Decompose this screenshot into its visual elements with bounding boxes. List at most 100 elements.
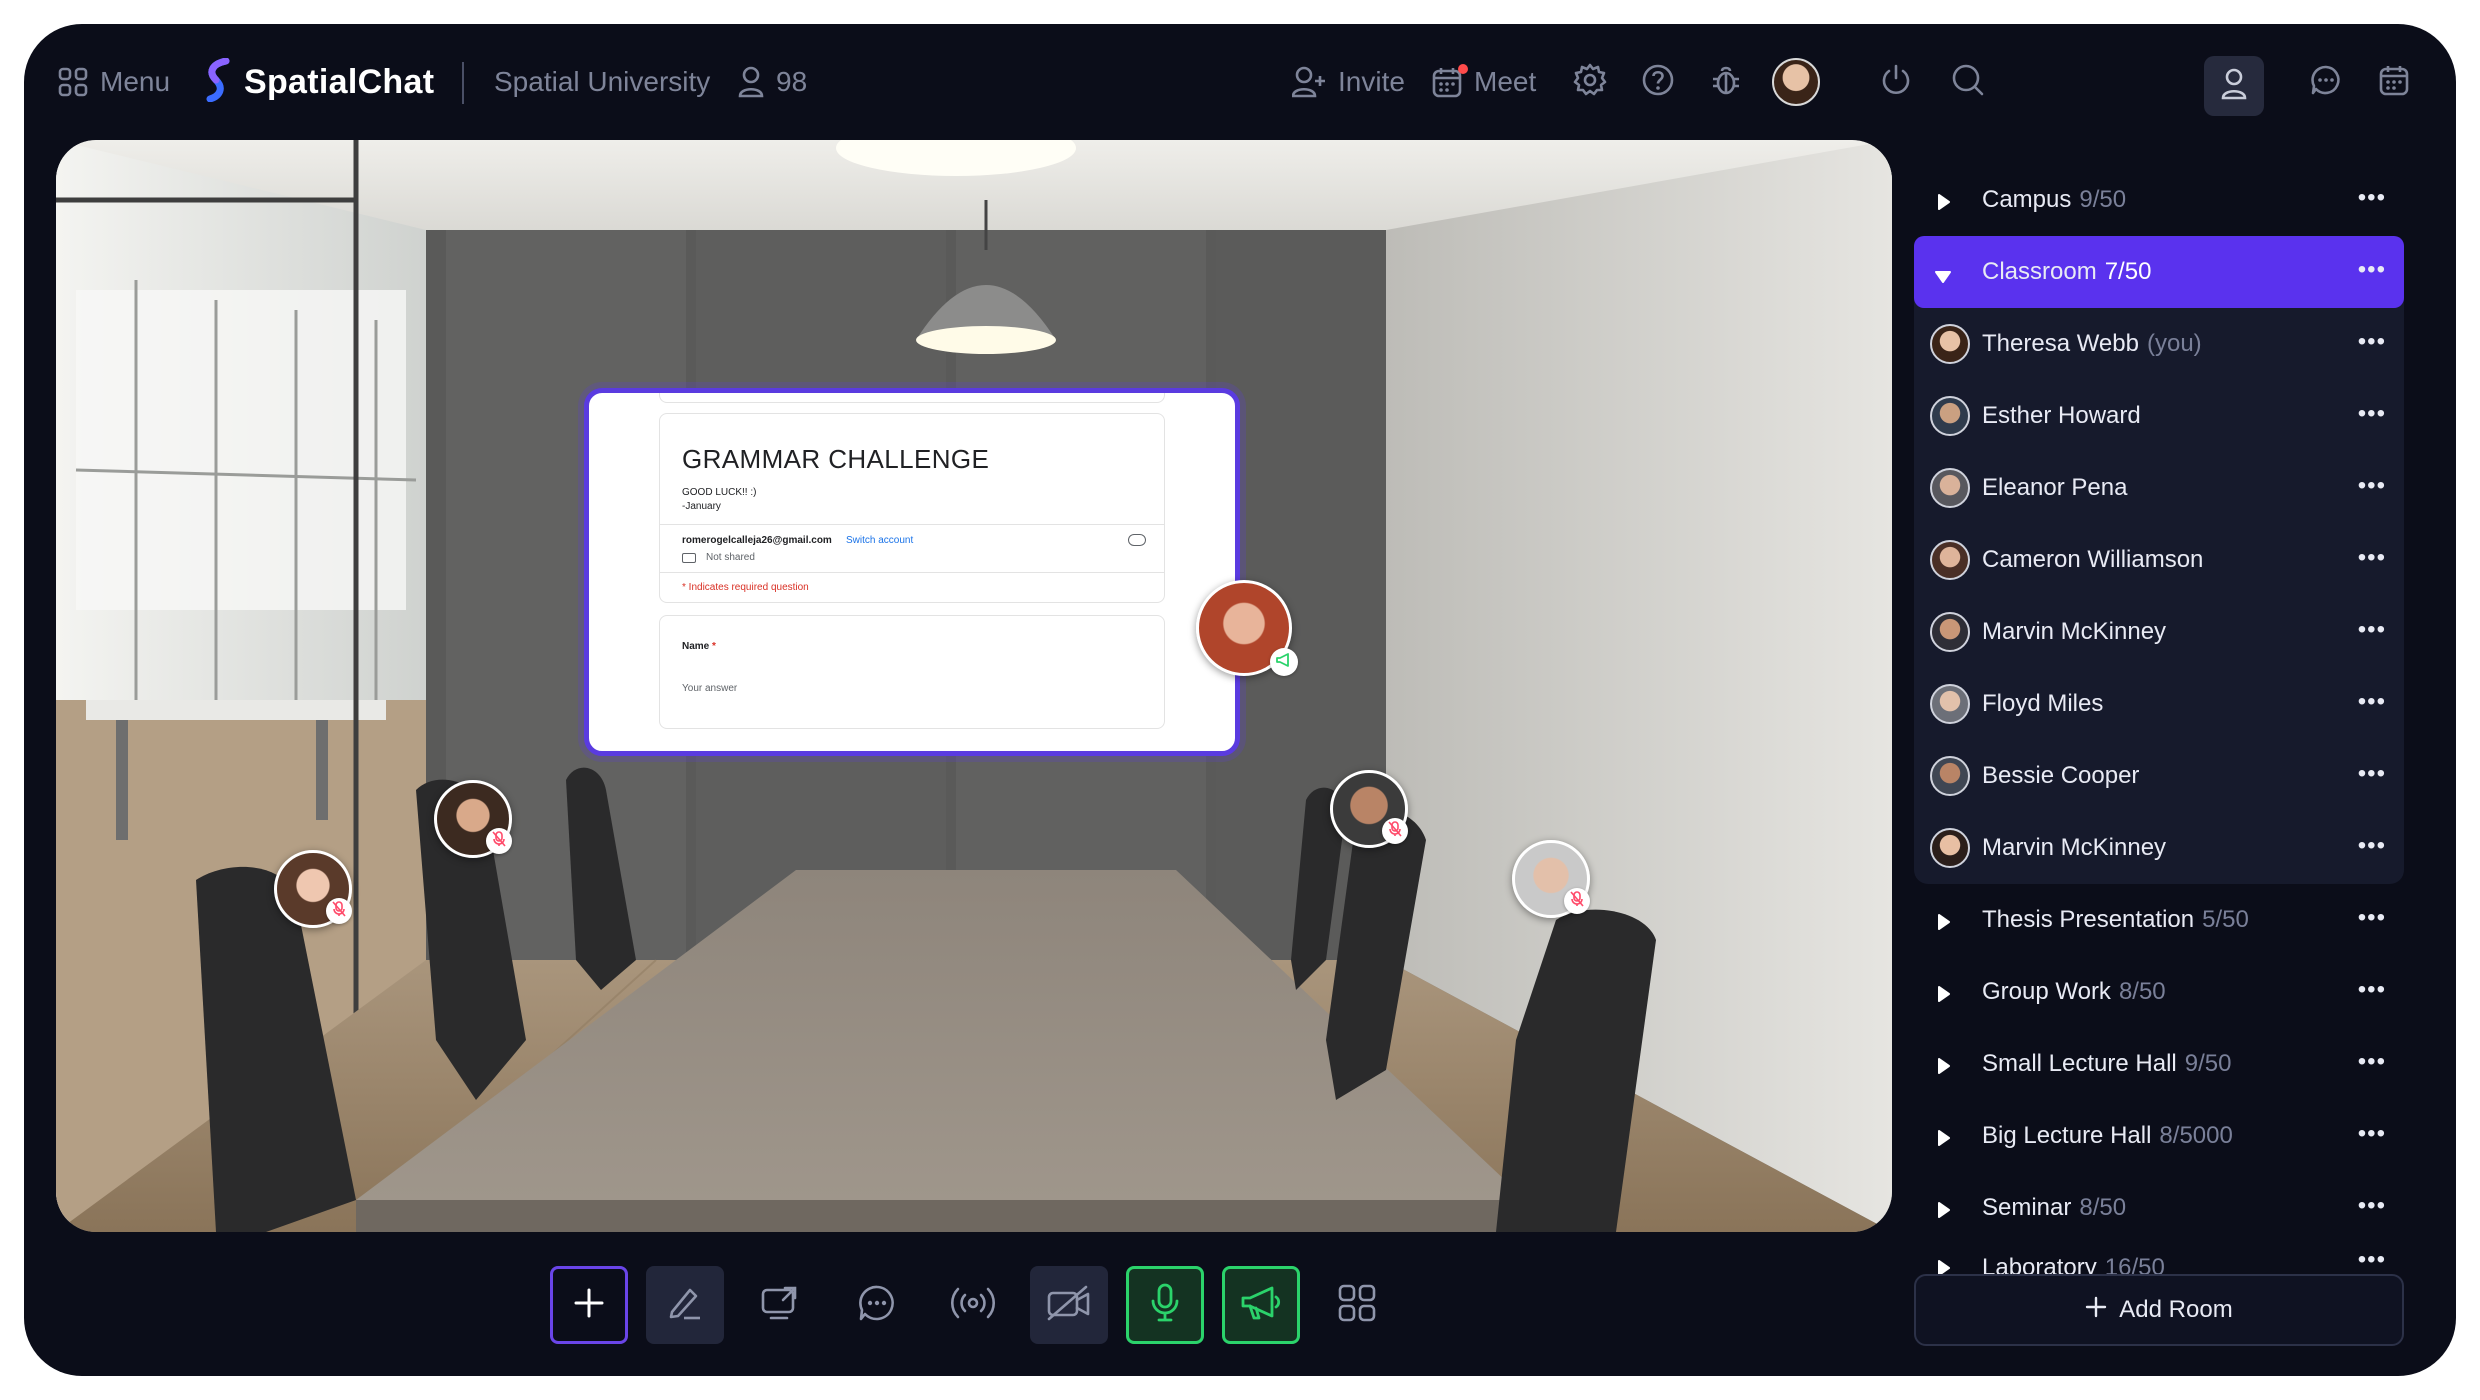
room-item-small-lecture-hall[interactable]: Small Lecture Hall 9/50 •••	[1914, 1028, 2404, 1100]
leave-button[interactable]	[1872, 58, 1920, 106]
more-icon[interactable]: •••	[2358, 1122, 2386, 1146]
megaphone-button[interactable]	[1222, 1266, 1300, 1344]
caret-right-icon	[1936, 1126, 1952, 1154]
invite-button[interactable]: Invite	[1292, 60, 1405, 104]
plus-icon	[2085, 1296, 2107, 1325]
avatar	[1930, 396, 1970, 436]
avatar	[1930, 684, 1970, 724]
more-icon[interactable]: •••	[2358, 1194, 2386, 1218]
more-icon[interactable]: •••	[2358, 402, 2386, 426]
grid-icon	[58, 67, 88, 97]
form-divider	[660, 524, 1164, 525]
room-item-thesis-presentation[interactable]: Thesis Presentation 5/50 •••	[1914, 884, 2404, 956]
participant-counter[interactable]: 98	[738, 60, 807, 104]
more-icon[interactable]: •••	[2358, 906, 2386, 930]
form-description-line1: GOOD LUCK!! :)	[682, 487, 757, 498]
search-button[interactable]	[1944, 58, 1992, 106]
room-stage[interactable]: GRAMMAR CHALLENGE GOOD LUCK!! :) -Januar…	[56, 140, 1892, 1232]
member-item[interactable]: Bessie Cooper •••	[1914, 740, 2404, 812]
profile-avatar[interactable]	[1772, 58, 1820, 106]
broadcast-button[interactable]	[934, 1266, 1012, 1344]
report-bug-button[interactable]	[1702, 58, 1750, 106]
calendar-icon	[2379, 64, 2409, 101]
member-item[interactable]: Cameron Williamson •••	[1914, 524, 2404, 596]
member-name: Marvin McKinney	[1982, 618, 2167, 645]
divider	[462, 62, 464, 104]
space-name-label: Spatial University	[494, 66, 711, 97]
microphone-off-icon	[1388, 820, 1402, 842]
member-name: Floyd Miles	[1982, 690, 2104, 717]
more-icon[interactable]: •••	[2358, 474, 2386, 498]
caret-down-icon	[1934, 264, 1952, 292]
not-shared-icon	[682, 553, 696, 563]
switch-account-link[interactable]: Switch account	[846, 534, 913, 548]
power-icon	[1879, 63, 1913, 102]
cloud-icon	[1128, 534, 1146, 546]
member-item[interactable]: Esther Howard •••	[1914, 380, 2404, 452]
camera-toggle-button[interactable]	[1030, 1266, 1108, 1344]
room-label: Small Lecture Hall 9/50	[1982, 1050, 2232, 1077]
microphone-icon	[1150, 1283, 1180, 1328]
rooms-sidebar: Campus 9/50 ••• Classroom 7/50 ••• Theresa…	[1914, 140, 2404, 1284]
chat-button[interactable]	[838, 1266, 916, 1344]
more-icon[interactable]: •••	[2358, 186, 2386, 210]
room-item-big-lecture-hall[interactable]: Big Lecture Hall 8/5000 •••	[1914, 1100, 2404, 1172]
room-item-classroom[interactable]: Classroom 7/50 •••	[1914, 236, 2404, 308]
draw-button[interactable]	[646, 1266, 724, 1344]
menu-label: Menu	[100, 66, 171, 97]
member-item[interactable]: Eleanor Pena •••	[1914, 452, 2404, 524]
more-icon[interactable]: •••	[2358, 834, 2386, 858]
calendar-tab[interactable]	[2370, 58, 2418, 106]
space-name[interactable]: Spatial University	[494, 60, 710, 104]
room-item-seminar[interactable]: Seminar 8/50 •••	[1914, 1172, 2404, 1244]
participant-count: 98	[776, 66, 808, 97]
meet-button[interactable]: Meet	[1432, 60, 1536, 104]
form-title-card: GRAMMAR CHALLENGE GOOD LUCK!! :) -Januar…	[659, 413, 1165, 603]
answer-input[interactable]: Your answer	[682, 682, 737, 696]
member-name: Eleanor Pena	[1982, 474, 2128, 501]
menu-button[interactable]: Menu	[58, 60, 170, 104]
caret-right-icon	[1936, 190, 1952, 218]
required-note: * Indicates required question	[682, 582, 809, 593]
microphone-toggle-button[interactable]	[1126, 1266, 1204, 1344]
add-room-button[interactable]: Add Room	[1914, 1274, 2404, 1346]
add-content-button[interactable]	[550, 1266, 628, 1344]
more-icon[interactable]: •••	[2358, 258, 2386, 282]
member-item[interactable]: Marvin McKinney •••	[1914, 812, 2404, 884]
more-icon[interactable]: •••	[2358, 618, 2386, 642]
person-icon	[2221, 68, 2247, 105]
more-icon[interactable]: •••	[2358, 978, 2386, 1002]
more-icon[interactable]: •••	[2358, 546, 2386, 570]
more-icon[interactable]: •••	[2358, 762, 2386, 786]
shared-screen[interactable]: GRAMMAR CHALLENGE GOOD LUCK!! :) -Januar…	[584, 388, 1240, 756]
more-icon[interactable]: •••	[2358, 690, 2386, 714]
muted-status	[326, 898, 352, 924]
form-description-line2: -January	[682, 501, 721, 512]
microphone-off-icon	[492, 830, 506, 852]
room-label: Group Work 8/50	[1982, 978, 2166, 1005]
member-item[interactable]: Theresa Webb (you) •••	[1914, 308, 2404, 380]
help-icon	[1641, 63, 1675, 102]
apps-button[interactable]	[1318, 1266, 1396, 1344]
broadcast-icon	[949, 1285, 997, 1326]
share-screen-button[interactable]	[742, 1266, 820, 1344]
more-icon[interactable]: •••	[2358, 330, 2386, 354]
microphone-off-icon	[1570, 890, 1584, 912]
member-item[interactable]: Marvin McKinney •••	[1914, 596, 2404, 668]
form-divider	[660, 572, 1164, 573]
chat-tab[interactable]	[2302, 58, 2350, 106]
more-icon[interactable]: •••	[2358, 1248, 2386, 1272]
help-button[interactable]	[1634, 58, 1682, 106]
more-icon[interactable]: •••	[2358, 1050, 2386, 1074]
room-label: Campus 9/50	[1982, 186, 2127, 213]
megaphone-icon	[1275, 651, 1293, 674]
room-label: Seminar 8/50	[1982, 1194, 2127, 1221]
settings-button[interactable]	[1566, 58, 1614, 106]
add-user-icon	[1292, 66, 1326, 98]
people-tab[interactable]	[2204, 56, 2264, 116]
room-item-campus[interactable]: Campus 9/50 •••	[1914, 164, 2404, 236]
member-item[interactable]: Floyd Miles •••	[1914, 668, 2404, 740]
top-bar: Menu SpatialChat Spatial University 98 I…	[24, 24, 2456, 140]
caret-right-icon	[1936, 982, 1952, 1010]
room-item-group-work[interactable]: Group Work 8/50 •••	[1914, 956, 2404, 1028]
